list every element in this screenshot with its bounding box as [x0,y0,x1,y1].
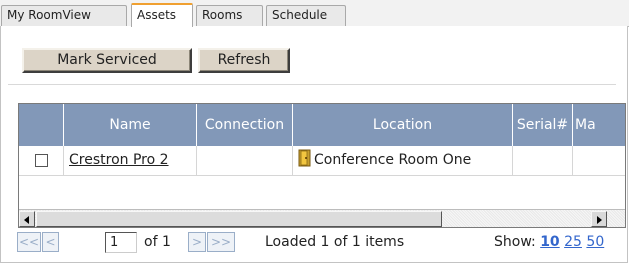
page-count-label: of 1 [144,234,171,250]
location-cell: Conference Room One [293,146,513,176]
show-label: Show: [494,234,536,250]
column-header-location[interactable]: Location [293,104,513,146]
tab-bar: My RoomView Assets Rooms Schedule [0,0,629,27]
previous-page-button[interactable]: < [42,232,59,252]
first-page-button[interactable]: << [17,232,41,252]
door-icon [298,149,312,176]
last-page-button[interactable]: >> [207,232,235,252]
asset-name-link[interactable]: Crestron Pro 2 [69,152,169,168]
tab-schedule[interactable]: Schedule [266,5,346,26]
horizontal-scrollbar[interactable] [19,209,625,227]
next-page-button[interactable]: > [188,232,206,252]
assets-grid: Name Connection Location Serial# Ma Cres… [18,103,626,228]
location-text: Conference Room One [314,152,472,168]
column-header-name[interactable]: Name [64,104,197,146]
table-row[interactable]: Crestron Pro 2 Conference Room One [19,146,625,176]
page-size-25-link[interactable]: 25 [564,234,582,250]
select-cell [19,146,64,176]
refresh-button[interactable]: Refresh [198,48,290,73]
page-size-10-link[interactable]: 10 [540,234,559,250]
page-size-50-link[interactable]: 50 [586,234,604,250]
page-number-input[interactable]: 1 [105,232,137,253]
tab-my-roomview[interactable]: My RoomView [1,5,127,26]
name-cell: Crestron Pro 2 [64,146,197,176]
page-size-selector: Show: 10 25 50 [494,232,604,252]
scrollbar-thumb[interactable] [36,211,442,227]
scroll-right-button[interactable] [591,211,607,227]
toolbar-divider [8,84,616,85]
load-status: Loaded 1 of 1 items [265,234,405,250]
row-checkbox[interactable] [35,154,48,167]
tab-assets[interactable]: Assets [131,3,193,27]
scroll-left-arrow-icon [24,216,29,224]
serial-cell [513,146,573,176]
scroll-left-button[interactable] [19,211,35,227]
column-header-connection[interactable]: Connection [197,104,293,146]
column-header-serial[interactable]: Serial# [513,104,573,146]
connection-cell [197,146,293,176]
mark-serviced-button[interactable]: Mark Serviced [22,48,192,73]
tab-rooms[interactable]: Rooms [196,5,263,26]
column-header-select[interactable] [19,104,64,146]
ma-cell [573,146,625,176]
grid-header: Name Connection Location Serial# Ma [19,104,625,146]
scroll-right-arrow-icon [597,216,602,224]
column-header-ma[interactable]: Ma [573,104,625,146]
